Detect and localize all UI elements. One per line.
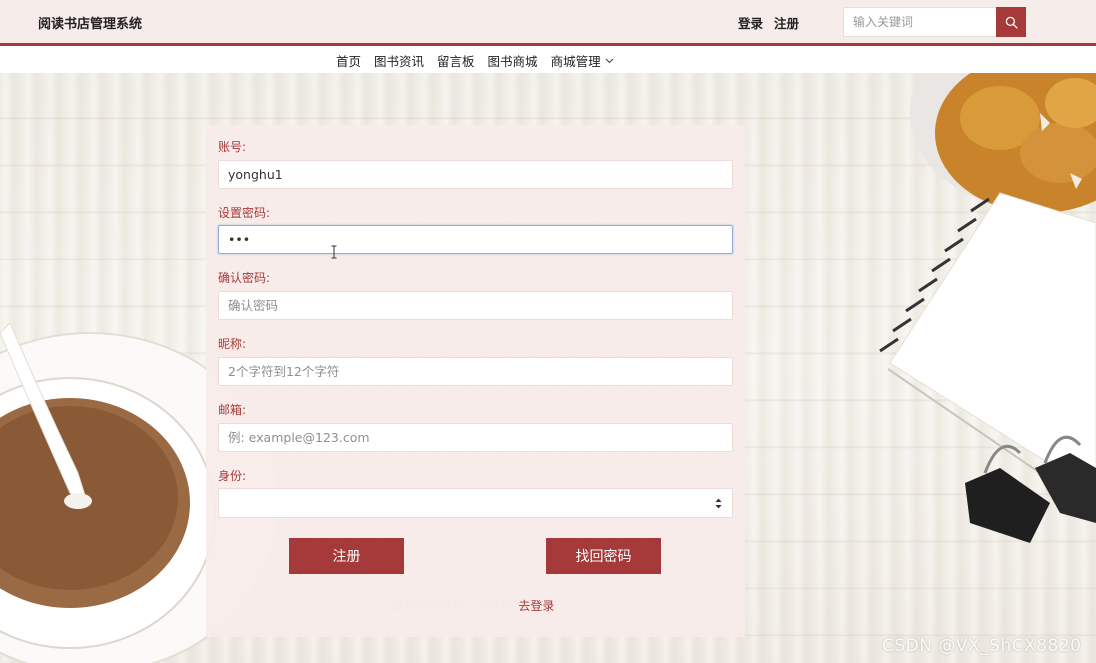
search-button[interactable] — [996, 7, 1026, 37]
password-label: 设置密码: — [218, 206, 271, 220]
nav-item-home[interactable]: 首页 — [336, 51, 361, 70]
chevron-down-icon — [605, 58, 613, 63]
notebook-image — [879, 192, 1096, 494]
password-input[interactable] — [218, 225, 733, 254]
nickname-input[interactable] — [218, 357, 733, 386]
recover-password-button[interactable]: 找回密码 — [546, 538, 661, 574]
email-input[interactable] — [218, 423, 733, 452]
nav-item-message-board[interactable]: 留言板 — [437, 51, 475, 70]
register-button[interactable]: 注册 — [289, 538, 404, 574]
login-hint: 是否已经拥有一个账户?去登录 — [392, 597, 554, 614]
confirm-password-label: 确认密码: — [218, 271, 271, 285]
login-link[interactable]: 登录 — [738, 13, 763, 32]
go-login-link[interactable]: 去登录 — [518, 599, 554, 613]
text-cursor-icon — [331, 245, 337, 259]
register-link[interactable]: 注册 — [774, 13, 799, 32]
select-arrows-icon — [715, 498, 722, 509]
account-input[interactable] — [218, 160, 733, 189]
top-header: 阅读书店管理系统 登录 注册 — [0, 0, 1096, 43]
nav-item-book-news[interactable]: 图书资讯 — [374, 51, 424, 70]
account-label: 账号: — [218, 140, 247, 154]
confirm-password-input[interactable] — [218, 291, 733, 320]
login-hint-text: 是否已经拥有一个账户? — [392, 599, 519, 613]
identity-label: 身份: — [218, 469, 247, 483]
nav-item-book-store[interactable]: 图书商城 — [488, 51, 538, 70]
nickname-label: 昵称: — [218, 337, 247, 351]
main-nav: 首页 图书资讯 留言板 图书商城 商城管理 — [0, 46, 1096, 73]
watermark: CSDN @VX_ShCX8820 — [882, 636, 1082, 656]
search-input[interactable] — [843, 7, 996, 37]
search-icon — [1005, 16, 1018, 29]
nav-item-store-admin[interactable]: 商城管理 — [551, 51, 614, 70]
identity-select[interactable] — [218, 488, 733, 518]
bread-image — [910, 73, 1096, 213]
auth-links: 登录 注册 — [738, 13, 799, 32]
nav-item-store-admin-label: 商城管理 — [550, 54, 601, 69]
site-title: 阅读书店管理系统 — [38, 17, 143, 32]
email-label: 邮箱: — [218, 403, 247, 417]
